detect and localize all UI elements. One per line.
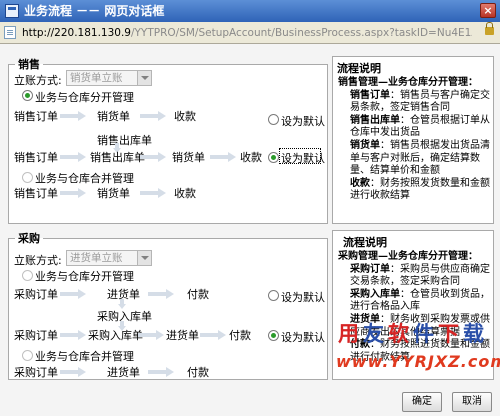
purchase-option1-label: 业务与仓库分开管理 — [35, 270, 134, 283]
sales-desc-term: 收款 — [350, 177, 370, 189]
sales-mode-select[interactable]: 销货单立账 — [66, 70, 152, 86]
purchase-mode-value: 进货单立账 — [70, 252, 123, 264]
sales-option1-label: 业务与仓库分开管理 — [35, 91, 134, 104]
sales-step: 销售订单 — [14, 151, 58, 164]
arrow-right-icon — [200, 330, 226, 340]
sales-mode-label: 立账方式: — [14, 74, 62, 87]
watermark-char: 载 — [463, 322, 488, 346]
purchase-step: 采购入库单 — [88, 329, 143, 342]
sales-desc-term: 销货单 — [350, 139, 380, 151]
sales-desc-term: 销售订单 — [350, 89, 390, 101]
purchase-mode-select[interactable]: 进货单立账 — [66, 250, 152, 266]
arrow-right-icon — [140, 111, 166, 121]
purchase-default1-radio[interactable] — [268, 290, 279, 301]
arrow-right-icon — [148, 289, 174, 299]
arrow-right-icon — [60, 188, 86, 198]
lock-icon — [485, 22, 494, 35]
arrow-right-icon — [140, 152, 166, 162]
arrow-right-icon — [60, 367, 86, 377]
purchase-description-title: 流程说明 — [343, 236, 387, 249]
arrow-right-icon — [60, 289, 86, 299]
watermark-brand: 用友软件下载 — [338, 318, 488, 348]
arrow-right-icon — [148, 367, 174, 377]
sales-default2-label: 设为默认 — [281, 152, 325, 165]
arrow-right-icon — [138, 330, 164, 340]
purchase-default2-label: 设为默认 — [281, 331, 325, 344]
watermark-char: 用 — [338, 322, 363, 346]
address-bar: http://220.181.130.9/YYTPRO/SM/SetupAcco… — [0, 22, 500, 44]
sales-step: 销货单 — [97, 187, 130, 200]
sales-description-text: 销售管理—业务仓库分开管理： 销售订单：销售员与客户确定交易条款，签定销售合同 … — [338, 77, 496, 203]
arrow-right-icon — [60, 111, 86, 121]
sales-description-panel: 流程说明 销售管理—业务仓库分开管理： 销售订单：销售员与客户确定交易条款，签定… — [332, 56, 494, 224]
purchase-desc-heading: 采购管理—业务仓库分开管理： — [338, 251, 478, 262]
arrow-right-icon — [60, 152, 86, 162]
ok-button[interactable]: 确定 — [402, 392, 442, 412]
sales-default1-radio[interactable] — [268, 114, 279, 125]
sales-step: 销货单 — [172, 151, 205, 164]
purchase-legend: 采购 — [18, 232, 40, 245]
close-button[interactable]: × — [480, 3, 496, 18]
sales-step: 销货单 — [97, 110, 130, 123]
sales-description-title: 流程说明 — [337, 62, 381, 75]
page-icon — [4, 26, 16, 39]
purchase-desc-term: 采购订单 — [350, 263, 390, 275]
purchase-step: 付款 — [229, 329, 251, 342]
sales-option2-label: 业务与仓库合并管理 — [35, 172, 134, 185]
sales-step: 销售出库单 — [97, 134, 152, 147]
watermark-char: 下 — [438, 322, 463, 346]
purchase-default2-radio[interactable] — [268, 330, 279, 341]
purchase-option2-radio[interactable] — [22, 350, 33, 361]
watermark-url: www.YYRJXZ.com — [336, 352, 500, 371]
watermark-char: 软 — [388, 322, 413, 346]
dialog-titlebar: 业务流程 －－ 网页对话框 × — [0, 0, 500, 22]
sales-step: 销售订单 — [14, 110, 58, 123]
sales-default2-radio[interactable] — [268, 152, 279, 163]
sales-legend: 销售 — [18, 58, 40, 71]
purchase-option1-radio[interactable] — [22, 270, 33, 281]
watermark: 用友软件下载 www.YYRJXZ.com — [330, 318, 500, 380]
sales-step: 收款 — [240, 151, 262, 164]
chevron-down-icon[interactable] — [137, 71, 151, 85]
purchase-default1-label: 设为默认 — [281, 291, 325, 304]
url-host: http://220.181.130.9 — [22, 27, 131, 39]
sales-option2-radio[interactable] — [22, 172, 33, 183]
purchase-desc-term: 采购入库单 — [350, 288, 400, 300]
sales-desc-heading: 销售管理—业务仓库分开管理： — [338, 77, 478, 88]
url-text: http://220.181.130.9/YYTPRO/SM/SetupAcco… — [22, 25, 472, 41]
chevron-down-icon[interactable] — [137, 251, 151, 265]
dialog-title: 业务流程 －－ 网页对话框 — [24, 4, 165, 18]
cancel-button[interactable]: 取消 — [452, 392, 492, 412]
app-icon — [5, 4, 19, 18]
arrow-right-icon — [140, 188, 166, 198]
sales-default1-label: 设为默认 — [281, 115, 325, 128]
purchase-step: 进货单 — [166, 329, 199, 342]
purchase-step: 付款 — [187, 288, 209, 301]
purchase-step: 付款 — [187, 366, 209, 379]
purchase-step: 采购订单 — [14, 329, 58, 342]
sales-step: 收款 — [174, 187, 196, 200]
watermark-char: 件 — [413, 322, 438, 346]
purchase-option2-label: 业务与仓库合并管理 — [35, 350, 134, 363]
url-path: /YYTPRO/SM/SetupAccount/BusinessProcess.… — [130, 27, 472, 39]
sales-step: 销售出库单 — [90, 151, 145, 164]
purchase-step: 进货单 — [107, 366, 140, 379]
sales-option1-radio[interactable] — [22, 90, 33, 101]
sales-step: 销售订单 — [14, 187, 58, 200]
arrow-right-icon — [210, 152, 236, 162]
sales-step: 收款 — [174, 110, 196, 123]
purchase-step: 采购订单 — [14, 288, 58, 301]
purchase-mode-label: 立账方式: — [14, 254, 62, 267]
sales-desc-text: ：财务按照发货数量和金额进行收款结算 — [350, 177, 490, 202]
purchase-step: 采购订单 — [14, 366, 58, 379]
watermark-char: 友 — [363, 322, 388, 346]
sales-mode-value: 销货单立账 — [70, 72, 123, 84]
arrow-right-icon — [60, 330, 86, 340]
sales-desc-term: 销售出库单 — [350, 114, 400, 126]
